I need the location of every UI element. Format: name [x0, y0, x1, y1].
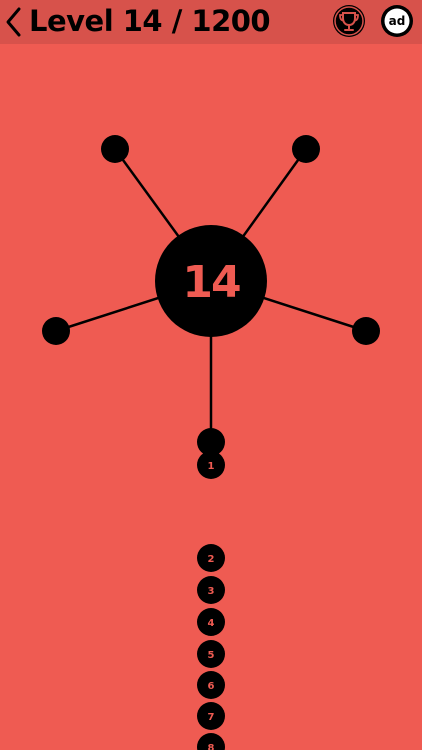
remove-ads-button[interactable]: ad: [380, 4, 414, 38]
trophy-icon: [333, 5, 365, 37]
back-button[interactable]: [4, 6, 24, 38]
game-area[interactable]: 14 1 2 3 4 5 6 7 8: [0, 44, 422, 750]
queued-ball-number: 4: [208, 618, 215, 629]
game-screen: Level 14 / 1200 ad 14 1 2 3 4 5 6 7 8: [0, 0, 422, 750]
center-level-number: 14: [182, 257, 240, 308]
top-bar: Level 14 / 1200 ad: [0, 0, 422, 44]
pinned-ball: [101, 135, 129, 163]
pinned-ball: [42, 317, 70, 345]
queued-ball-number: 6: [208, 681, 215, 692]
pinned-ball: [292, 135, 320, 163]
level-title: Level 14 / 1200: [29, 4, 271, 38]
queued-ball-number: 8: [208, 743, 215, 750]
shooting-ball-number: 1: [208, 461, 215, 472]
queued-ball-number: 3: [208, 586, 215, 597]
game-board: 14 1 2 3 4 5 6 7 8: [42, 135, 380, 750]
pinned-ball: [352, 317, 380, 345]
ad-icon: ad: [381, 5, 413, 37]
queued-ball-number: 2: [208, 554, 215, 565]
ad-label: ad: [389, 14, 406, 28]
queued-ball-number: 5: [208, 650, 215, 661]
leaderboard-button[interactable]: [332, 4, 366, 38]
chevron-left-icon: [6, 7, 21, 37]
queued-ball-number: 7: [208, 712, 215, 723]
